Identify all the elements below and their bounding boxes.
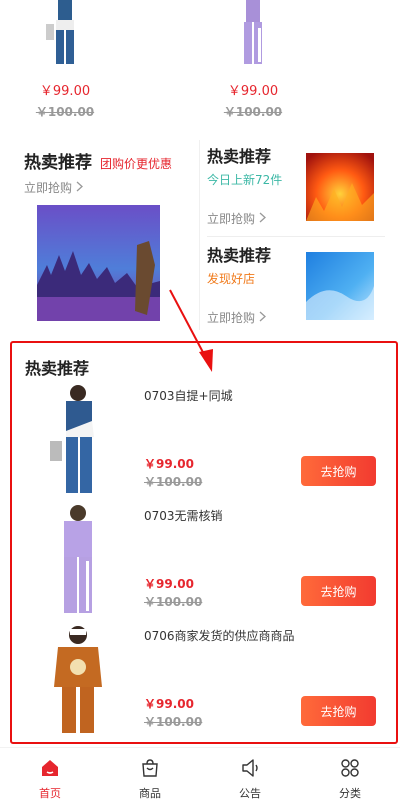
- buy-now-button[interactable]: 去抢购: [301, 576, 376, 606]
- promo-card-small[interactable]: 热卖推荐 发现好店 立即抢购: [207, 242, 377, 330]
- product-original-price: ￥100.00: [144, 715, 203, 729]
- promo-link-label: 立即抢购: [24, 181, 73, 195]
- divider: [199, 140, 200, 330]
- tab-categories[interactable]: 分类: [300, 748, 400, 803]
- list-item[interactable]: 0706商家发货的供应商商品 ￥99.00 ￥100.00 去抢购: [12, 623, 396, 743]
- hot-recommend-section: 热卖推荐 0703自提+同城 ￥99.00 ￥100.00 去抢购 0703无需…: [10, 341, 398, 744]
- chevron-right-icon: [76, 181, 83, 195]
- tab-announcements[interactable]: 公告: [200, 748, 300, 803]
- product-image: [46, 0, 74, 64]
- promo-link[interactable]: 立即抢购: [207, 309, 266, 326]
- tab-label: 公告: [239, 787, 261, 800]
- product-original-price: ￥100.00: [144, 475, 203, 489]
- buy-now-button[interactable]: 去抢购: [301, 456, 376, 486]
- product-name: 0706商家发货的供应商商品: [144, 629, 295, 643]
- grid-icon: [340, 758, 360, 782]
- product-image: [244, 0, 262, 64]
- divider: [207, 236, 385, 237]
- promo-link[interactable]: 立即抢购: [207, 210, 266, 227]
- promo-card-large[interactable]: 热卖推荐 团购价更优惠 立即抢购: [24, 148, 199, 321]
- promo-link[interactable]: 立即抢购: [24, 179, 199, 196]
- product-original-price: ￥100.00: [223, 105, 283, 119]
- promo-card-small[interactable]: 热卖推荐 今日上新72件 立即抢购: [207, 143, 377, 231]
- product-original-price: ￥100.00: [144, 595, 203, 609]
- product-name: 0703无需核销: [144, 509, 223, 523]
- buy-now-button[interactable]: 去抢购: [301, 696, 376, 726]
- tab-label: 分类: [339, 787, 361, 800]
- tab-home[interactable]: 首页: [0, 748, 100, 803]
- shopping-bag-icon: [140, 758, 160, 782]
- product-price: ￥99.00: [144, 457, 194, 471]
- product-price: ￥99.00: [227, 84, 279, 99]
- promo-image: [306, 252, 374, 320]
- product-original-price: ￥100.00: [35, 105, 95, 119]
- chevron-right-icon: [259, 212, 266, 226]
- promo-link-label: 立即抢购: [207, 212, 256, 226]
- product-card[interactable]: ￥99.00 ￥100.00: [193, 0, 313, 120]
- bottom-tab-bar: 首页 商品 公告 分类: [0, 747, 400, 803]
- promo-badge: 团购价更优惠: [100, 157, 173, 171]
- chevron-right-icon: [259, 311, 266, 325]
- tab-label: 商品: [139, 787, 161, 800]
- section-title: 热卖推荐: [25, 359, 90, 378]
- promo-title: 热卖推荐: [24, 153, 92, 173]
- list-item[interactable]: 0703无需核销 ￥99.00 ￥100.00 去抢购: [12, 503, 396, 623]
- product-image: [54, 626, 102, 733]
- product-price: ￥99.00: [144, 577, 194, 591]
- tab-products[interactable]: 商品: [100, 748, 200, 803]
- product-price: ￥99.00: [144, 697, 194, 711]
- product-image: [50, 385, 94, 493]
- megaphone-icon: [240, 758, 260, 782]
- home-icon: [40, 758, 60, 782]
- product-card[interactable]: ￥99.00 ￥100.00: [5, 0, 125, 120]
- promo-banner-image: [37, 205, 160, 321]
- product-price: ￥99.00: [39, 84, 91, 99]
- promo-link-label: 立即抢购: [207, 311, 256, 325]
- product-name: 0703自提+同城: [144, 389, 233, 403]
- list-item[interactable]: 0703自提+同城 ￥99.00 ￥100.00 去抢购: [12, 383, 396, 503]
- promo-image: [306, 153, 374, 221]
- tab-label: 首页: [39, 787, 61, 800]
- product-image: [64, 505, 92, 613]
